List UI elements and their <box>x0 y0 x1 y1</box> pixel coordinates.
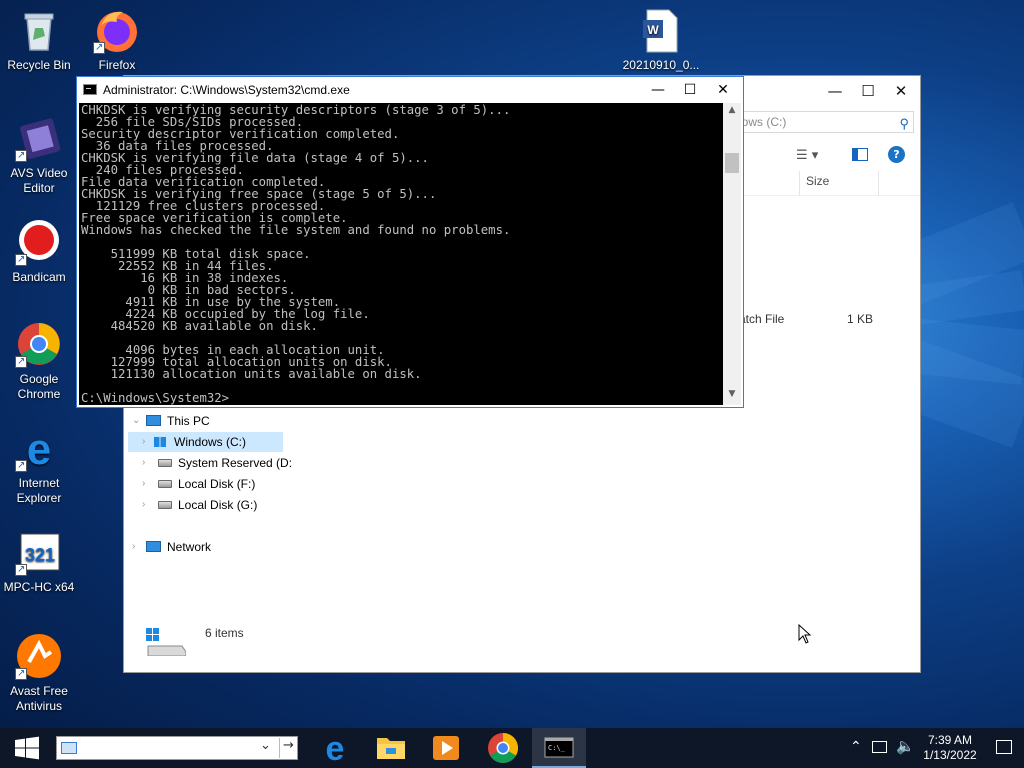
taskbar-app-media-player[interactable] <box>420 728 474 768</box>
cmd-window-title: Administrator: C:\Windows\System32\cmd.e… <box>103 83 350 97</box>
console-line: 121130 allocation units available on dis… <box>81 367 422 381</box>
console-line: C:\Windows\System32> <box>81 391 230 405</box>
taskbar-app-chrome[interactable] <box>476 728 530 768</box>
arrow-right-icon[interactable]: → <box>279 738 297 758</box>
action-center-icon[interactable] <box>996 740 1012 754</box>
column-header-size[interactable]: Size <box>799 171 879 196</box>
cmd-scrollbar[interactable]: ▲ ▼ <box>723 103 741 405</box>
svg-text:C:\_: C:\_ <box>548 744 566 752</box>
chevron-right-icon[interactable]: › <box>142 453 145 473</box>
desktop-icon-google-chrome[interactable]: Google Chrome <box>0 320 78 402</box>
search-icon: ⚲ <box>899 116 909 131</box>
clock-time: 7:39 AM <box>927 733 973 747</box>
system-tray: ⌃ 🔈 7:39 AM 1/13/2022 <box>844 728 1024 768</box>
nav-drive-local-g[interactable]: › Local Disk (G:) <box>142 495 257 515</box>
taskbar: ⌄ → e C:\_ ⌃ 🔈 7:39 AM 1/13/2022 <box>0 728 1024 768</box>
volume-icon[interactable]: 🔈 <box>896 737 915 755</box>
record-icon <box>15 218 63 267</box>
svg-text:e: e <box>27 425 51 472</box>
edge-icon: e <box>326 730 345 768</box>
chevron-down-icon[interactable]: ⌄ <box>260 738 271 753</box>
desktop-icon-bandicam[interactable]: Bandicam <box>0 218 78 285</box>
explorer-maximize-button[interactable]: ☐ <box>851 76 885 106</box>
recycle-bin-icon <box>15 6 63 54</box>
preview-pane-icon[interactable] <box>852 148 868 161</box>
chevron-right-icon[interactable]: › <box>142 432 145 452</box>
search-box-icon <box>61 742 77 754</box>
desktop-icon-avs-video-editor[interactable]: AVS Video Editor <box>0 114 78 196</box>
taskbar-app-edge[interactable]: e <box>308 728 362 768</box>
explorer-minimize-button[interactable]: — <box>818 76 852 106</box>
nav-this-pc[interactable]: ⌄ This PC <box>132 411 210 431</box>
desktop-icon-firefox[interactable]: Firefox <box>78 6 156 73</box>
drive-icon <box>158 458 172 467</box>
nav-drive-local-f[interactable]: › Local Disk (F:) <box>142 474 255 494</box>
avast-icon <box>15 632 63 681</box>
cmd-icon: C:\_ <box>544 737 574 758</box>
file-type: atch File <box>739 312 785 326</box>
chrome-icon <box>15 320 63 369</box>
explorer-view-toolbar: ☰ ▾ ? <box>784 146 914 168</box>
file-size: 1 KB <box>847 312 874 326</box>
windows-drive-icon <box>154 436 166 447</box>
cmd-icon <box>83 84 97 95</box>
drive-icon <box>158 479 172 488</box>
svg-text:e: e <box>326 730 345 768</box>
internet-explorer-icon: e <box>15 424 63 474</box>
chevron-down-icon[interactable]: ⌄ <box>132 411 140 431</box>
scroll-down-icon[interactable]: ▼ <box>723 389 741 399</box>
taskbar-app-cmd[interactable]: C:\_ <box>532 728 586 768</box>
explorer-close-button[interactable]: ✕ <box>884 76 918 106</box>
svg-text:W: W <box>647 23 659 37</box>
explorer-status-bar: 6 items <box>144 624 444 664</box>
drive-large-icon <box>146 628 187 657</box>
network-status-icon[interactable] <box>872 741 887 753</box>
cmd-maximize-button[interactable]: ☐ <box>673 77 707 103</box>
help-icon[interactable]: ? <box>888 146 905 163</box>
scroll-up-icon[interactable]: ▲ <box>723 105 741 115</box>
chevron-right-icon[interactable]: › <box>142 474 145 494</box>
chevron-right-icon[interactable]: › <box>142 495 145 515</box>
desktop-icon-mpc-hc[interactable]: 321 MPC-HC x64 <box>0 528 78 595</box>
mpc-hc-icon: 321 <box>15 528 63 577</box>
console-line: 484520 KB available on disk. <box>81 319 318 333</box>
view-options-icon[interactable]: ☰ ▾ <box>796 148 818 163</box>
chevron-right-icon[interactable]: › <box>132 537 135 557</box>
network-icon <box>146 541 161 553</box>
console-output[interactable]: CHKDSK is verifying security descriptors… <box>79 103 723 405</box>
clock-date: 1/13/2022 <box>923 748 977 762</box>
taskbar-search-input[interactable]: ⌄ → <box>56 736 298 760</box>
scrollbar-thumb[interactable] <box>725 153 739 173</box>
cmd-window[interactable]: Administrator: C:\Windows\System32\cmd.e… <box>76 76 744 408</box>
taskbar-app-file-explorer[interactable] <box>364 728 418 768</box>
desktop-icon-recycle-bin[interactable]: Recycle Bin <box>0 6 78 73</box>
item-count: 6 items <box>205 626 244 640</box>
clock[interactable]: 7:39 AM 1/13/2022 <box>920 733 980 763</box>
nav-network[interactable]: › Network <box>132 537 211 557</box>
film-icon <box>15 114 63 163</box>
explorer-search-input[interactable]: dows (C:) ⚲ <box>724 111 914 133</box>
cmd-close-button[interactable]: ✕ <box>706 77 740 103</box>
desktop-icon-internet-explorer[interactable]: e Internet Explorer <box>0 424 78 506</box>
firefox-icon <box>93 6 141 55</box>
word-document-icon: W <box>637 6 685 54</box>
desktop-icon-document[interactable]: W 20210910_0... <box>622 6 700 73</box>
cmd-title-bar[interactable]: Administrator: C:\Windows\System32\cmd.e… <box>77 77 743 103</box>
folder-icon <box>377 738 405 759</box>
drive-icon <box>158 500 172 509</box>
column-headers: Size <box>739 171 920 196</box>
chrome-icon <box>488 733 519 764</box>
show-hidden-icons-icon[interactable]: ⌃ <box>850 738 862 755</box>
nav-drive-system-reserved[interactable]: › System Reserved (D: <box>142 453 292 473</box>
media-player-icon <box>433 736 459 760</box>
mouse-cursor-icon <box>798 623 812 648</box>
nav-drive-windows-c[interactable]: › Windows (C:) <box>128 432 283 452</box>
console-line: Windows has checked the file system and … <box>81 223 511 237</box>
desktop-icon-avast[interactable]: Avast Free Antivirus <box>0 632 78 714</box>
svg-text:321: 321 <box>25 545 55 565</box>
cmd-minimize-button[interactable]: — <box>641 77 675 103</box>
windows-logo-icon <box>15 736 39 760</box>
pc-icon <box>146 415 161 427</box>
start-button[interactable] <box>0 728 54 768</box>
